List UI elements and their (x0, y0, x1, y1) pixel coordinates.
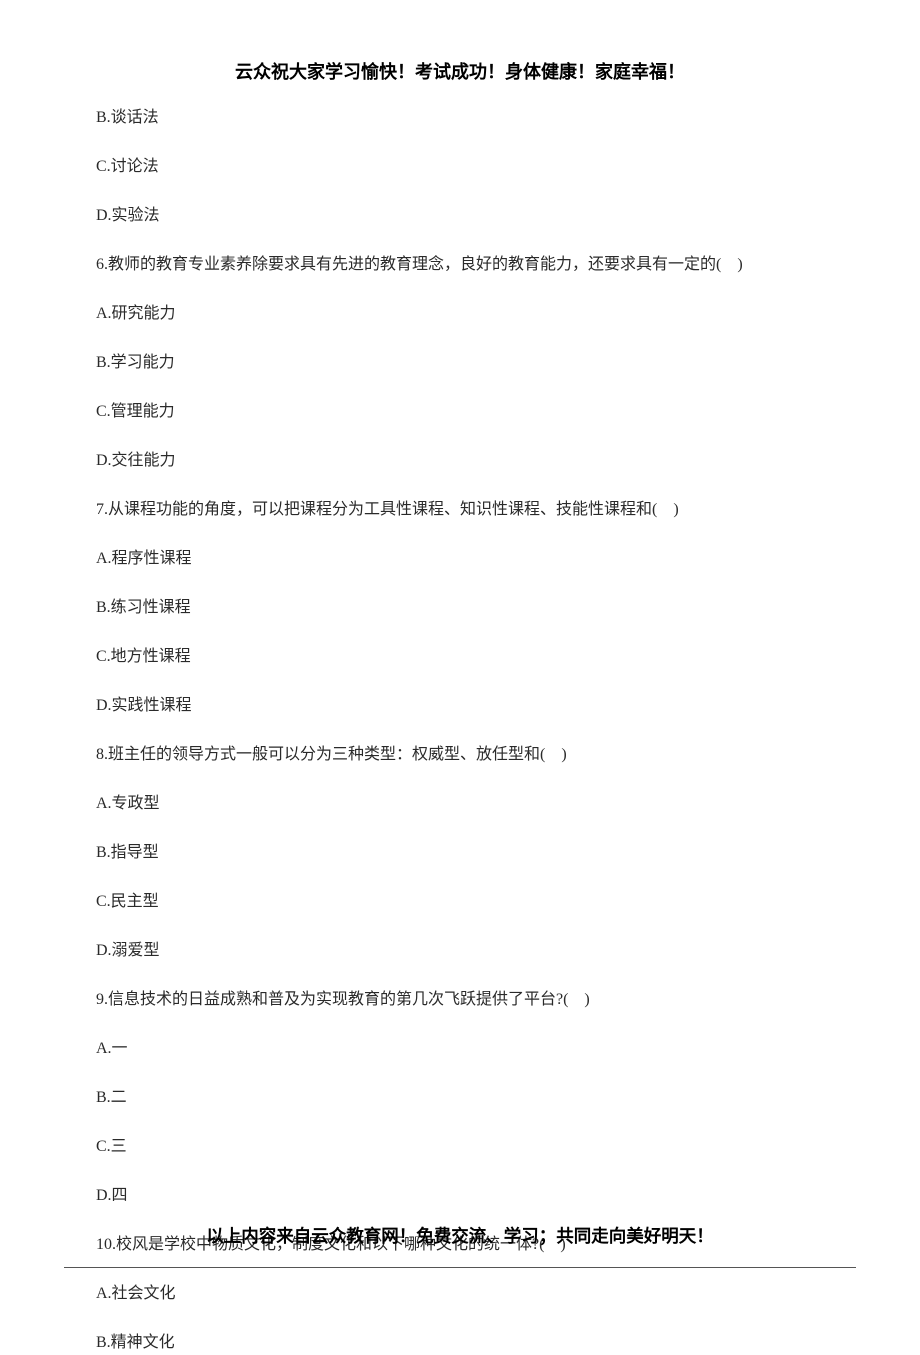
option-text: A.研究能力 (96, 302, 824, 326)
option-text: D.实验法 (96, 204, 824, 228)
question-text: 6.教师的教育专业素养除要求具有先进的教育理念，良好的教育能力，还要求具有一定的… (96, 253, 824, 277)
option-text: D.溺爱型 (96, 939, 824, 963)
option-text: C.民主型 (96, 890, 824, 914)
option-text: D.交往能力 (96, 449, 824, 473)
option-text: B.练习性课程 (96, 596, 824, 620)
page-header: 云众祝大家学习愉快！考试成功！身体健康！家庭幸福！ (0, 0, 920, 106)
option-text: D.实践性课程 (96, 694, 824, 718)
option-text: C.讨论法 (96, 155, 824, 179)
option-text: C.地方性课程 (96, 645, 824, 669)
footer-divider (64, 1267, 856, 1268)
page-footer: 以上内容来自云众教育网！免费交流、学习；共同走向美好明天！ (0, 1223, 920, 1248)
option-text: C.管理能力 (96, 400, 824, 424)
option-text: B.精神文化 (96, 1331, 824, 1355)
question-text: 8.班主任的领导方式一般可以分为三种类型：权威型、放任型和( ) (96, 743, 824, 767)
option-text: B.二 (96, 1086, 824, 1110)
option-text: D.四 (96, 1184, 824, 1208)
option-text: B.指导型 (96, 841, 824, 865)
option-text: A.程序性课程 (96, 547, 824, 571)
option-text: C.三 (96, 1135, 824, 1159)
option-text: A.专政型 (96, 792, 824, 816)
option-text: B.学习能力 (96, 351, 824, 375)
option-text: B.谈话法 (96, 106, 824, 130)
option-text: A.社会文化 (96, 1282, 824, 1306)
question-text: 7.从课程功能的角度，可以把课程分为工具性课程、知识性课程、技能性课程和( ) (96, 498, 824, 522)
question-text: 9.信息技术的日益成熟和普及为实现教育的第几次飞跃提供了平台?( ) (96, 988, 824, 1012)
document-content: B.谈话法 C.讨论法 D.实验法 6.教师的教育专业素养除要求具有先进的教育理… (0, 106, 920, 1355)
option-text: A.一 (96, 1037, 824, 1061)
